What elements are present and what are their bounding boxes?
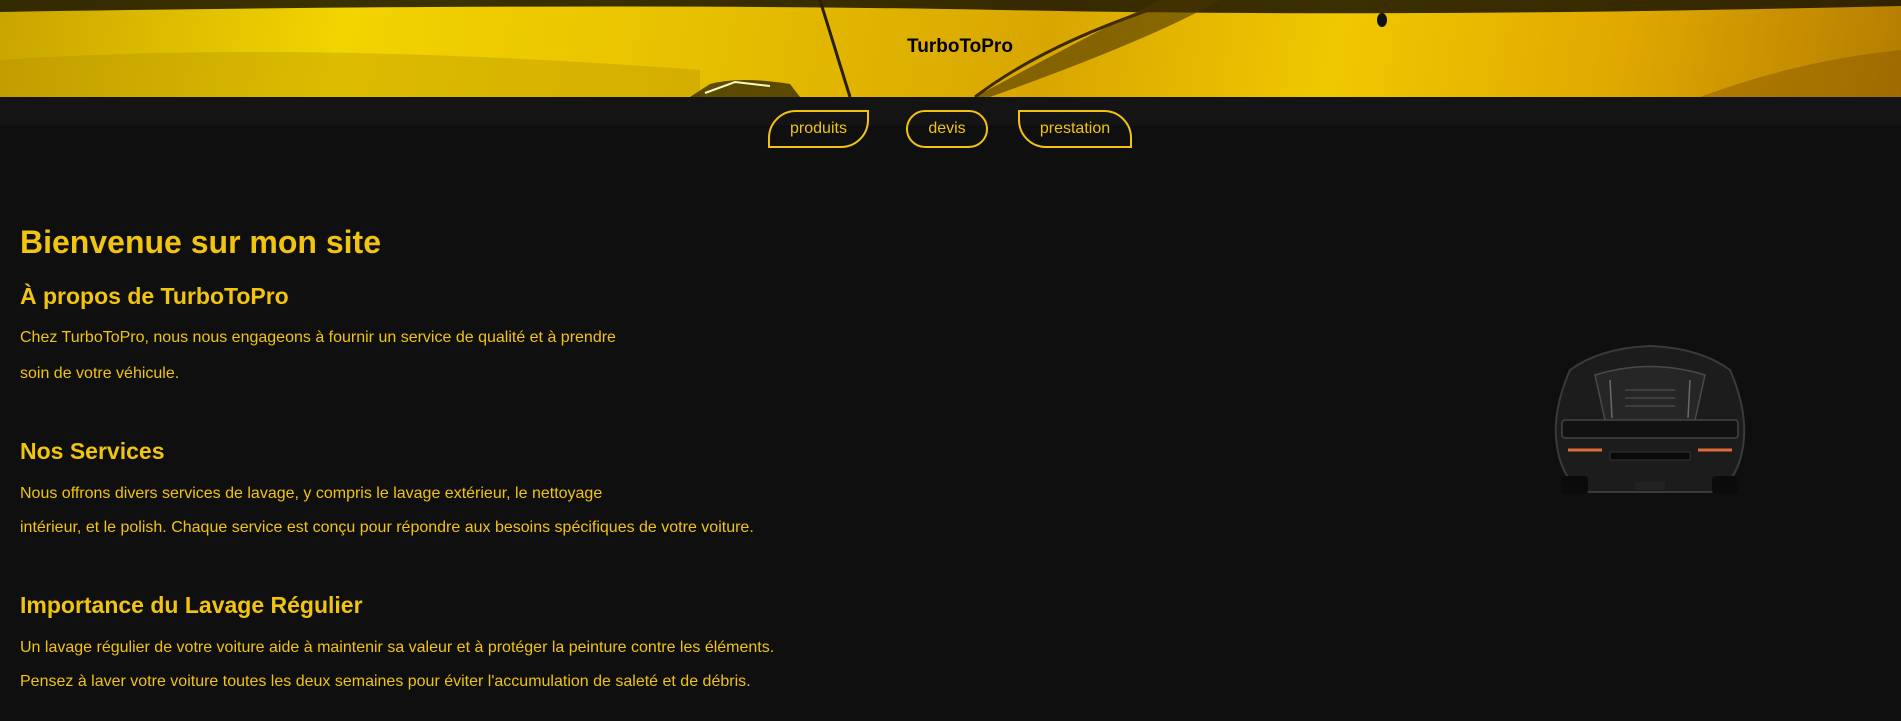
section-text-line: Chez TurboToPro, nous nous engageons à f… [20, 329, 616, 346]
section-heading-importance: Importance du Lavage Régulier [20, 592, 363, 618]
section-text-line: Pensez à laver votre voiture toutes les … [20, 673, 751, 690]
section-text-line: intérieur, et le polish. Chaque service … [20, 519, 754, 536]
nav-button-prestation[interactable]: prestation [1018, 110, 1132, 148]
section-text-line: Nous offrons divers services de lavage, … [20, 485, 603, 502]
section-heading-about: À propos de TurboToPro [20, 283, 289, 309]
welcome-heading: Bienvenue sur mon site [20, 224, 381, 260]
section-text-line: soin de votre véhicule. [20, 365, 180, 382]
hero-banner: TurboToPro [0, 0, 1901, 97]
black-car-image [1540, 340, 1760, 505]
site-title: TurboToPro [907, 36, 1013, 57]
car-rear-icon [1554, 344, 1746, 494]
section-heading-services: Nos Services [20, 438, 165, 464]
nav-button-devis[interactable]: devis [906, 110, 988, 148]
section-text-line: Un lavage régulier de votre voiture aide… [20, 639, 775, 656]
nav-button-produits[interactable]: produits [768, 110, 869, 148]
